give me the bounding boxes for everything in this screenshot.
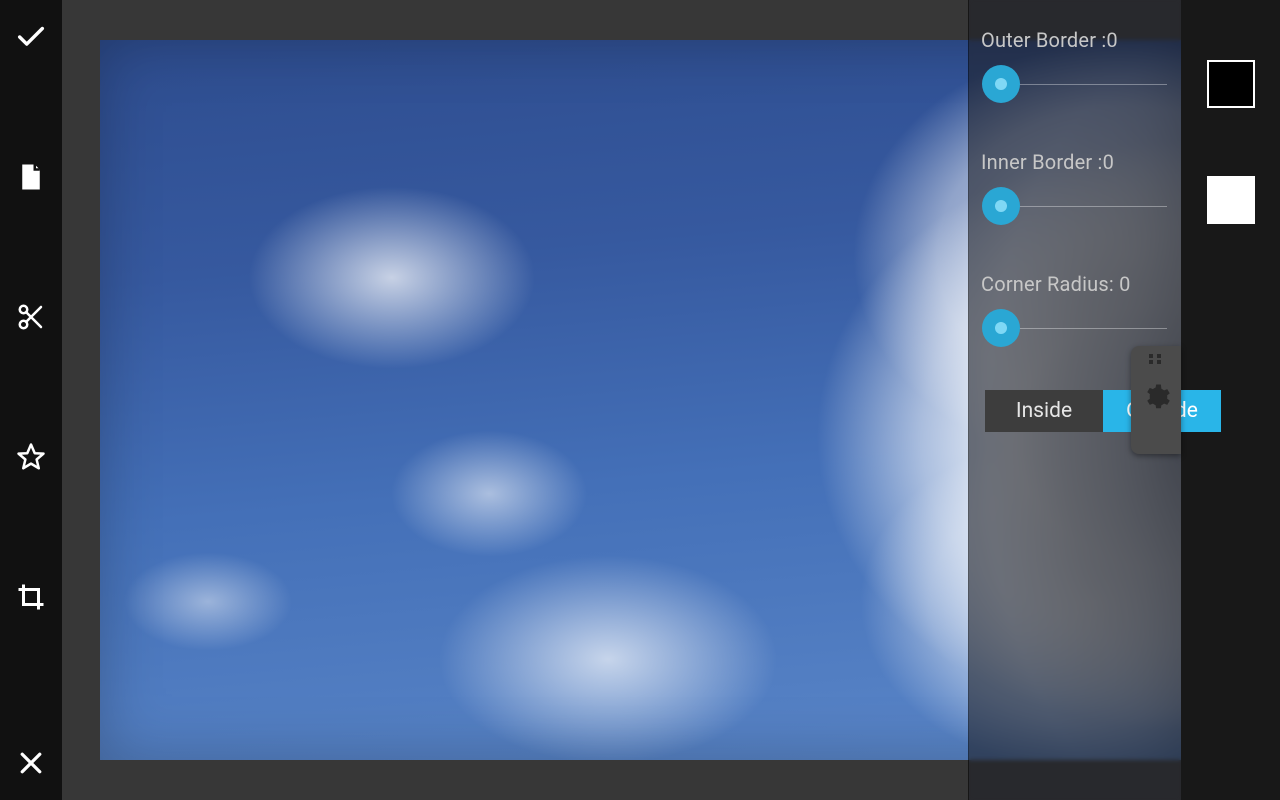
corner-radius-slider[interactable] xyxy=(981,308,1167,348)
gear-icon xyxy=(1141,382,1171,412)
border-color-black-swatch[interactable] xyxy=(1207,60,1255,108)
page-tool-button[interactable] xyxy=(0,146,62,208)
inner-border-label: Inner Border :0 xyxy=(981,150,1167,174)
outer-border-slider-thumb[interactable] xyxy=(982,65,1020,103)
star-icon xyxy=(16,442,46,472)
cut-tool-button[interactable] xyxy=(0,286,62,348)
crop-icon xyxy=(16,582,46,612)
crop-tool-button[interactable] xyxy=(0,566,62,628)
inner-border-group: Inner Border :0 xyxy=(981,150,1167,226)
outer-border-slider[interactable] xyxy=(981,64,1167,104)
outer-border-label: Outer Border :0 xyxy=(981,28,1167,52)
border-color-white-swatch[interactable] xyxy=(1207,176,1255,224)
drag-grip-icon xyxy=(1149,354,1163,364)
inner-border-slider[interactable] xyxy=(981,186,1167,226)
page-icon xyxy=(16,162,46,192)
check-icon xyxy=(14,20,48,54)
corner-radius-label: Corner Radius: 0 xyxy=(981,272,1167,296)
confirm-button[interactable] xyxy=(0,6,62,68)
effects-tool-button[interactable] xyxy=(0,426,62,488)
corner-radius-group: Corner Radius: 0 xyxy=(981,272,1167,348)
scissors-icon xyxy=(16,302,46,332)
toggle-inside[interactable]: Inside xyxy=(985,390,1103,432)
border-placement-toggle: Inside Outside xyxy=(985,390,1221,432)
outer-border-group: Outer Border :0 xyxy=(981,28,1167,104)
inner-border-slider-thumb[interactable] xyxy=(982,187,1020,225)
settings-drawer-handle[interactable] xyxy=(1131,346,1181,454)
close-button[interactable] xyxy=(0,732,62,794)
left-toolbar xyxy=(0,0,62,800)
close-icon xyxy=(16,748,46,778)
corner-radius-slider-thumb[interactable] xyxy=(982,309,1020,347)
